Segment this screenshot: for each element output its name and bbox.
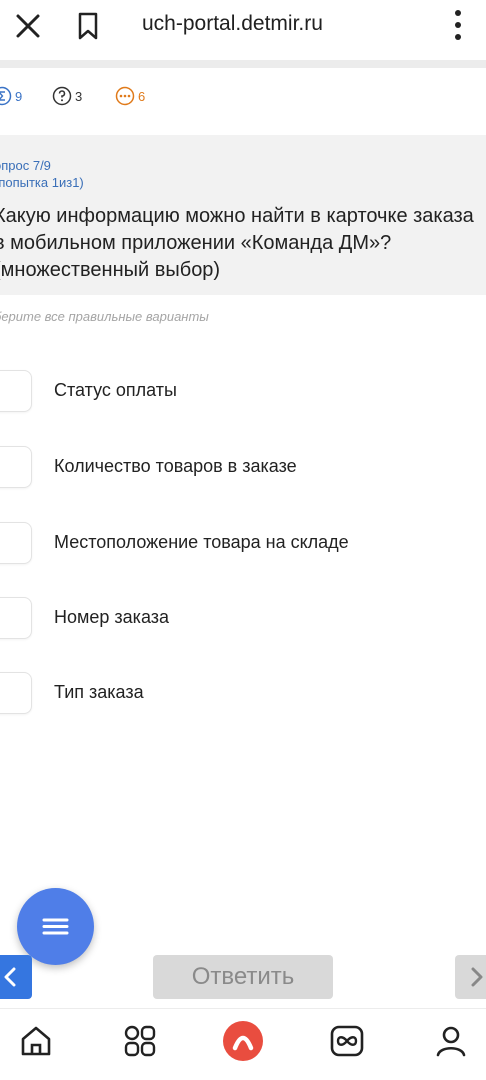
apps-grid-icon[interactable] xyxy=(122,1023,158,1059)
answer-option[interactable]: Номер заказа xyxy=(0,595,486,641)
questions-menu-button[interactable] xyxy=(17,888,94,965)
profile-icon[interactable] xyxy=(434,1023,468,1059)
question-attempt: (попытка 1из1) xyxy=(0,175,84,190)
option-label[interactable]: Номер заказа xyxy=(54,607,169,628)
sigma-circle-icon xyxy=(0,86,12,106)
more-vertical-icon[interactable] xyxy=(450,8,466,42)
answer-option[interactable]: Количество товаров в заказе xyxy=(0,444,486,490)
chevron-right-icon xyxy=(471,967,483,987)
option-label[interactable]: Количество товаров в заказе xyxy=(54,456,297,477)
option-label[interactable]: Статус оплаты xyxy=(54,380,177,401)
answer-option[interactable]: Местоположение товара на складе xyxy=(0,520,486,566)
counter-pending-value: 6 xyxy=(138,88,146,104)
counter-unanswered[interactable]: 3 xyxy=(52,86,82,106)
question-number: опрос 7/9 xyxy=(0,158,51,173)
question-panel: опрос 7/9 (попытка 1из1) Какую информаци… xyxy=(0,135,486,295)
answer-hint: берите все правильные варианты xyxy=(0,309,209,324)
answer-option[interactable]: Статус оплаты xyxy=(0,368,486,414)
divider xyxy=(0,60,486,68)
address-bar-url[interactable]: uch-portal.detmir.ru xyxy=(142,12,323,36)
counter-unanswered-value: 3 xyxy=(75,88,83,104)
browser-top-bar: uch-portal.detmir.ru xyxy=(0,0,486,52)
counter-total-value: 9 xyxy=(15,88,23,104)
option-checkbox[interactable] xyxy=(0,597,32,639)
option-checkbox[interactable] xyxy=(0,522,32,564)
dots-circle-icon xyxy=(115,86,135,106)
infinity-icon[interactable] xyxy=(329,1023,365,1059)
question-text: Какую информацию можно найти в карточке … xyxy=(0,205,474,281)
option-checkbox[interactable] xyxy=(0,370,32,412)
home-icon[interactable] xyxy=(18,1023,54,1059)
option-label[interactable]: Местоположение товара на складе xyxy=(54,532,349,553)
bookmark-icon[interactable] xyxy=(76,11,100,41)
close-icon[interactable] xyxy=(14,12,42,40)
answer-option[interactable]: Тип заказа xyxy=(0,670,486,716)
answer-button[interactable]: Ответить xyxy=(153,955,333,999)
next-question-button[interactable] xyxy=(455,955,486,999)
hamburger-icon xyxy=(42,918,69,935)
question-circle-icon xyxy=(52,86,72,106)
option-checkbox[interactable] xyxy=(0,672,32,714)
counter-total[interactable]: 9 xyxy=(0,86,22,106)
option-label[interactable]: Тип заказа xyxy=(54,682,144,703)
previous-question-button[interactable] xyxy=(0,955,32,999)
bottom-navigation-bar xyxy=(0,1008,486,1080)
alice-icon[interactable] xyxy=(221,1019,265,1063)
chevron-left-icon xyxy=(4,967,16,987)
option-checkbox[interactable] xyxy=(0,446,32,488)
question-counters: 9 3 6 xyxy=(0,80,486,112)
counter-pending[interactable]: 6 xyxy=(115,86,145,106)
